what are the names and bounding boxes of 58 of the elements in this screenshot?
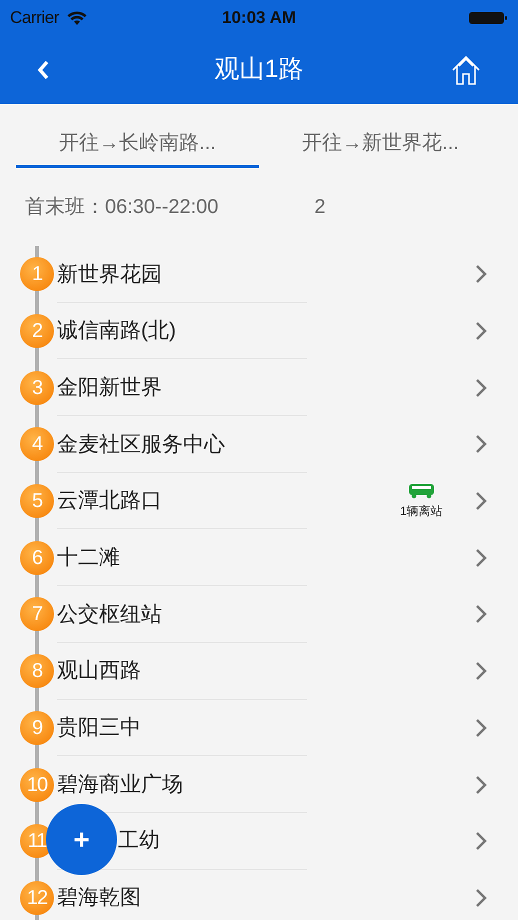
stop-number: 7 xyxy=(20,597,54,632)
bus-status: 1辆离站 xyxy=(400,502,443,520)
stop-number: 12 xyxy=(20,880,54,915)
stop-row[interactable]: 5 云潭北路口 1辆离站 xyxy=(0,472,518,530)
chevron-icon xyxy=(474,830,488,852)
stop-name: 金麦社区服务中心 xyxy=(57,432,225,458)
direction-tab[interactable]: 开往→新世界花... xyxy=(259,128,502,168)
stop-number: 8 xyxy=(20,654,54,688)
page-title: 观山1路 xyxy=(214,54,304,86)
chevron-icon xyxy=(474,433,488,456)
stop-name: 诚信南路(北) xyxy=(57,318,176,344)
chevron-icon xyxy=(474,376,488,399)
chevron-icon xyxy=(474,660,488,682)
stop-number: 1 xyxy=(20,257,54,292)
stop-name: 工幼 xyxy=(118,828,160,854)
stop-number: 3 xyxy=(20,370,54,405)
chevron-icon xyxy=(474,546,488,569)
stop-number: 9 xyxy=(20,710,54,745)
stop-row[interactable]: 4 金麦社区服务中心 xyxy=(0,416,518,473)
stop-row[interactable]: 2 诚信南路(北) xyxy=(0,302,518,360)
stop-name: 碧海乾图 xyxy=(57,885,141,912)
chevron-icon xyxy=(474,490,488,512)
chevron-icon xyxy=(474,603,488,626)
direction-tab[interactable]: 开往→长岭南路... xyxy=(16,128,259,168)
stop-number: 2 xyxy=(20,314,54,348)
stop-number: 6 xyxy=(20,540,54,575)
stop-name: 新世界花园 xyxy=(57,262,162,288)
stop-number: 10 xyxy=(20,768,54,802)
chevron-icon xyxy=(474,886,488,909)
stop-name: 贵阳三中 xyxy=(57,715,141,742)
battery-icon xyxy=(468,10,508,26)
chevron-icon xyxy=(474,774,488,796)
carrier-label: Carrier xyxy=(10,7,59,30)
stop-name: 云潭北路口 xyxy=(57,488,162,514)
clock-time: 10:03 AM xyxy=(222,7,296,30)
stop-name: 观山西路 xyxy=(57,658,141,684)
chevron-icon xyxy=(474,263,488,286)
bus-icon xyxy=(408,482,435,499)
add-button[interactable]: + xyxy=(46,804,117,875)
chevron-icon xyxy=(474,716,488,739)
bus-count: 2 xyxy=(314,195,326,220)
stop-row[interactable]: 1 新世界花园 xyxy=(0,246,518,303)
wifi-icon xyxy=(66,10,87,26)
stop-row[interactable]: 9 贵阳三中 xyxy=(0,700,518,756)
stop-name: 公交枢纽站 xyxy=(57,602,162,628)
stop-row[interactable]: 6 十二滩 xyxy=(0,529,518,586)
stop-name: 碧海商业广场 xyxy=(57,772,183,798)
stop-number: 4 xyxy=(20,427,54,462)
stop-name: 金阳新世界 xyxy=(57,374,162,401)
schedule-text: 首末班：06:30--22:00 xyxy=(25,195,218,220)
stop-row[interactable]: 7 公交枢纽站 xyxy=(0,586,518,643)
stop-row[interactable]: 3 金阳新世界 xyxy=(0,359,518,416)
stop-number: 5 xyxy=(20,484,54,518)
home-button[interactable] xyxy=(450,54,482,86)
back-button[interactable] xyxy=(36,59,50,81)
stop-name: 十二滩 xyxy=(57,545,120,572)
chevron-icon xyxy=(474,320,488,342)
stop-row[interactable]: 8 观山西路 xyxy=(0,642,518,700)
